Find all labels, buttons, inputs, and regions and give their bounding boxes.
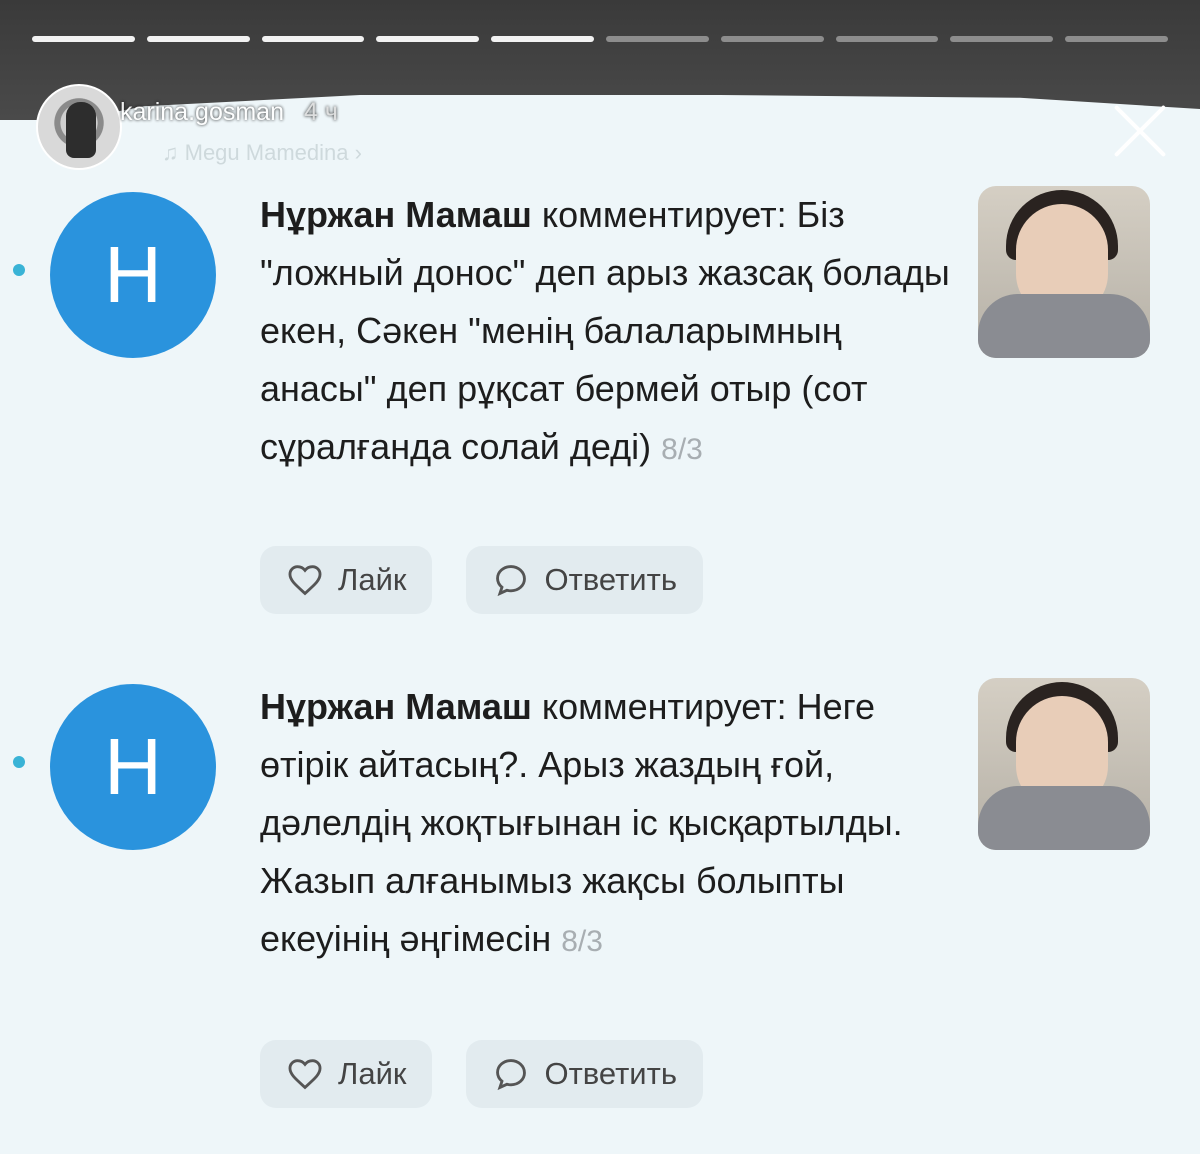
comment-text: Нұржан Мамаш комментирует: Неге өтірік а… [260,678,950,971]
chevron-right-icon: › [348,140,362,165]
progress-segment [146,36,250,42]
thumb-hoodie [978,786,1150,850]
thumb-hoodie [978,294,1150,358]
music-title: Megu Mamedina [184,140,349,165]
heart-icon [288,565,322,596]
progress-segment [950,36,1054,42]
story-music[interactable]: ♫ Megu Mamedina › [162,140,362,166]
comment-text: Нұржан Мамаш комментирует: Біз "ложный д… [260,186,950,479]
unread-dot [13,756,25,768]
unread-dot [13,264,25,276]
comment-author[interactable]: Нұржан Мамаш [260,194,532,235]
reply-button[interactable]: Ответить [466,1040,703,1108]
story-thumbnail[interactable] [978,678,1150,850]
avatar-figure [66,102,96,158]
comment-author[interactable]: Нұржан Мамаш [260,686,532,727]
story-thumbnail[interactable] [978,186,1150,358]
heart-icon [288,1059,322,1090]
story-username[interactable]: karina.gosman [120,98,284,126]
like-label: Лайк [338,562,407,597]
speech-bubble-icon [496,565,527,597]
comment-date: 8/3 [561,925,603,958]
comment-actions: Лайк Ответить [260,546,703,614]
progress-segment [1065,36,1168,42]
comment-action: комментирует: [541,686,787,727]
author-avatar[interactable]: H [50,684,216,850]
story-progress-bar [32,36,1168,42]
reply-button[interactable]: Ответить [466,546,703,614]
comment-action: комментирует: [541,194,787,235]
progress-segment [605,36,709,42]
progress-segment [376,36,480,42]
progress-segment [491,36,594,42]
close-icon[interactable] [1108,100,1170,162]
author-avatar[interactable]: H [50,192,216,358]
reply-label: Ответить [544,1056,677,1091]
story-time: 4 ч [303,98,338,126]
progress-segment [261,36,365,42]
story-avatar[interactable] [36,84,122,170]
progress-segment [720,36,824,42]
story-username-line[interactable]: karina.gosman 4 ч [120,98,338,127]
progress-segment [835,36,939,42]
like-button[interactable]: Лайк [260,1040,433,1108]
music-icon: ♫ [162,140,185,165]
reply-label: Ответить [544,562,677,597]
speech-bubble-icon [496,1059,527,1091]
progress-segment [32,36,135,42]
like-button[interactable]: Лайк [260,546,433,614]
like-label: Лайк [338,1056,407,1091]
comment-date: 8/3 [661,433,703,466]
comment-actions: Лайк Ответить [260,1040,703,1108]
story-header: karina.gosman 4 ч ♫ Megu Mamedina › [36,84,736,174]
